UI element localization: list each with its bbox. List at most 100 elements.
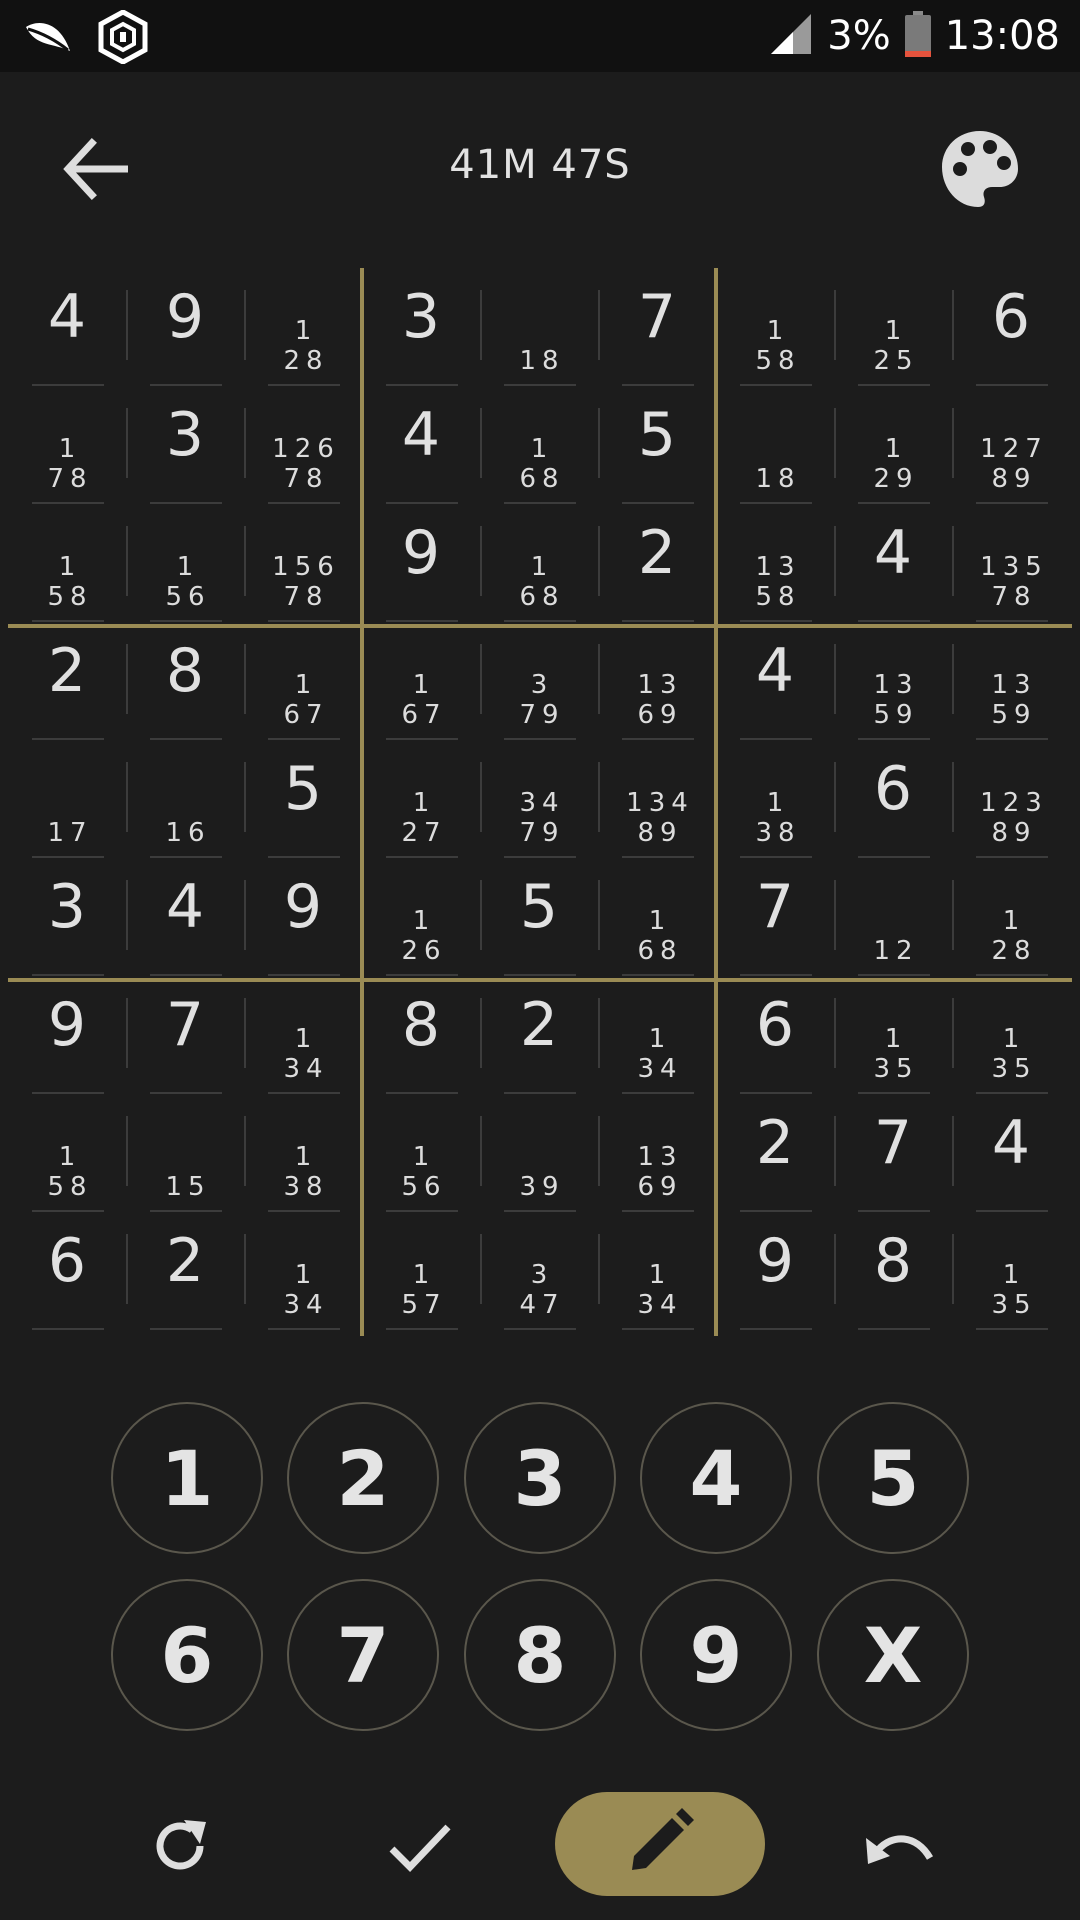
sudoku-cell-r9c2[interactable]: 2 (126, 1212, 244, 1330)
numpad-button-1[interactable]: 1 (111, 1402, 263, 1554)
numpad-button-4[interactable]: 4 (640, 1402, 792, 1554)
sudoku-cell-r6c7[interactable]: 7 (716, 858, 834, 976)
numpad-button-2[interactable]: 2 (287, 1402, 439, 1554)
sudoku-cell-r8c4[interactable]: 1 56 (362, 1094, 480, 1212)
sudoku-cell-r6c8[interactable]: 12 (834, 858, 952, 976)
sudoku-cell-r2c2[interactable]: 3 (126, 386, 244, 504)
sudoku-cell-r2c7[interactable]: 18 (716, 386, 834, 504)
cell-notes: 1 38 (716, 788, 834, 848)
sudoku-cell-r8c5[interactable]: 39 (480, 1094, 598, 1212)
sudoku-cell-r3c9[interactable]: 135 78 (952, 504, 1070, 622)
sudoku-cell-r7c4[interactable]: 8 (362, 976, 480, 1094)
sudoku-cell-r2c6[interactable]: 5 (598, 386, 716, 504)
sudoku-cell-r1c9[interactable]: 6 (952, 268, 1070, 386)
sudoku-cell-r5c2[interactable]: 16 (126, 740, 244, 858)
numpad-clear-button[interactable]: X (817, 1579, 969, 1731)
sudoku-cell-r2c3[interactable]: 126 78 (244, 386, 362, 504)
sudoku-cell-r9c9[interactable]: 1 35 (952, 1212, 1070, 1330)
sudoku-cell-r8c8[interactable]: 7 (834, 1094, 952, 1212)
sudoku-cell-r5c8[interactable]: 6 (834, 740, 952, 858)
sudoku-cell-r3c4[interactable]: 9 (362, 504, 480, 622)
check-button[interactable] (380, 1810, 460, 1890)
sudoku-cell-r5c5[interactable]: 34 79 (480, 740, 598, 858)
sudoku-cell-r4c6[interactable]: 13 69 (598, 622, 716, 740)
sudoku-cell-r1c2[interactable]: 9 (126, 268, 244, 386)
sudoku-cell-r1c6[interactable]: 7 (598, 268, 716, 386)
numpad-button-9[interactable]: 9 (640, 1579, 792, 1731)
sudoku-cell-r3c8[interactable]: 4 (834, 504, 952, 622)
sudoku-cell-r3c3[interactable]: 156 78 (244, 504, 362, 622)
numpad-button-8[interactable]: 8 (464, 1579, 616, 1731)
sudoku-cell-r6c6[interactable]: 1 68 (598, 858, 716, 976)
numpad-button-3[interactable]: 3 (464, 1402, 616, 1554)
sudoku-cell-r9c8[interactable]: 8 (834, 1212, 952, 1330)
sudoku-cell-r7c8[interactable]: 1 35 (834, 976, 952, 1094)
sudoku-cell-r3c2[interactable]: 1 56 (126, 504, 244, 622)
sudoku-cell-r6c9[interactable]: 1 28 (952, 858, 1070, 976)
sudoku-cell-r9c3[interactable]: 1 34 (244, 1212, 362, 1330)
sudoku-cell-r8c3[interactable]: 1 38 (244, 1094, 362, 1212)
notes-mode-button[interactable] (555, 1792, 765, 1896)
sudoku-cell-r9c1[interactable]: 6 (8, 1212, 126, 1330)
sudoku-cell-r4c9[interactable]: 13 59 (952, 622, 1070, 740)
cell-value: 2 (47, 636, 87, 706)
sudoku-cell-r9c5[interactable]: 3 47 (480, 1212, 598, 1330)
sudoku-cell-r4c3[interactable]: 1 67 (244, 622, 362, 740)
sudoku-cell-r8c7[interactable]: 2 (716, 1094, 834, 1212)
sudoku-cell-r5c9[interactable]: 123 89 (952, 740, 1070, 858)
undo-button[interactable] (860, 1810, 940, 1890)
note-line: 25 (873, 346, 919, 376)
sudoku-cell-r7c6[interactable]: 1 34 (598, 976, 716, 1094)
sudoku-cell-r3c6[interactable]: 2 (598, 504, 716, 622)
sudoku-cell-r8c2[interactable]: 15 (126, 1094, 244, 1212)
sudoku-cell-r8c9[interactable]: 4 (952, 1094, 1070, 1212)
sudoku-cell-r1c3[interactable]: 1 28 (244, 268, 362, 386)
sudoku-cell-r7c3[interactable]: 1 34 (244, 976, 362, 1094)
sudoku-cell-r6c4[interactable]: 1 26 (362, 858, 480, 976)
sudoku-cell-r1c5[interactable]: 18 (480, 268, 598, 386)
sudoku-cell-r5c7[interactable]: 1 38 (716, 740, 834, 858)
sudoku-cell-r3c5[interactable]: 1 68 (480, 504, 598, 622)
sudoku-cell-r2c4[interactable]: 4 (362, 386, 480, 504)
sudoku-cell-r5c4[interactable]: 1 27 (362, 740, 480, 858)
sudoku-cell-r4c4[interactable]: 1 67 (362, 622, 480, 740)
sudoku-cell-r9c6[interactable]: 1 34 (598, 1212, 716, 1330)
sudoku-cell-r5c1[interactable]: 17 (8, 740, 126, 858)
sudoku-cell-r3c1[interactable]: 1 58 (8, 504, 126, 622)
sudoku-cell-r7c9[interactable]: 1 35 (952, 976, 1070, 1094)
sudoku-cell-r4c7[interactable]: 4 (716, 622, 834, 740)
sudoku-cell-r4c8[interactable]: 13 59 (834, 622, 952, 740)
sudoku-cell-r7c5[interactable]: 2 (480, 976, 598, 1094)
sudoku-cell-r9c7[interactable]: 9 (716, 1212, 834, 1330)
sudoku-cell-r6c2[interactable]: 4 (126, 858, 244, 976)
numpad-button-5[interactable]: 5 (817, 1402, 969, 1554)
sudoku-cell-r5c6[interactable]: 134 89 (598, 740, 716, 858)
sudoku-cell-r4c1[interactable]: 2 (8, 622, 126, 740)
sudoku-cell-r1c4[interactable]: 3 (362, 268, 480, 386)
sudoku-cell-r1c1[interactable]: 4 (8, 268, 126, 386)
sudoku-cell-r8c1[interactable]: 1 58 (8, 1094, 126, 1212)
sudoku-cell-r6c1[interactable]: 3 (8, 858, 126, 976)
sudoku-cell-r2c5[interactable]: 1 68 (480, 386, 598, 504)
sudoku-cell-r8c6[interactable]: 13 69 (598, 1094, 716, 1212)
sudoku-cell-r1c8[interactable]: 1 25 (834, 268, 952, 386)
sudoku-cell-r2c1[interactable]: 1 78 (8, 386, 126, 504)
sudoku-cell-r7c2[interactable]: 7 (126, 976, 244, 1094)
sudoku-cell-r6c5[interactable]: 5 (480, 858, 598, 976)
sudoku-cell-r3c7[interactable]: 13 58 (716, 504, 834, 622)
sudoku-cell-r2c8[interactable]: 1 29 (834, 386, 952, 504)
sudoku-cell-r9c4[interactable]: 1 57 (362, 1212, 480, 1330)
sudoku-cell-r6c3[interactable]: 9 (244, 858, 362, 976)
sudoku-cell-r4c5[interactable]: 3 79 (480, 622, 598, 740)
sudoku-cell-r5c3[interactable]: 5 (244, 740, 362, 858)
theme-button[interactable] (938, 127, 1022, 211)
cell-notes: 1 68 (598, 906, 716, 966)
sudoku-cell-r4c2[interactable]: 8 (126, 622, 244, 740)
sudoku-cell-r2c9[interactable]: 127 89 (952, 386, 1070, 504)
sudoku-cell-r1c7[interactable]: 1 58 (716, 268, 834, 386)
numpad-button-6[interactable]: 6 (111, 1579, 263, 1731)
numpad-button-7[interactable]: 7 (287, 1579, 439, 1731)
sudoku-cell-r7c7[interactable]: 6 (716, 976, 834, 1094)
restart-button[interactable] (140, 1810, 220, 1890)
sudoku-cell-r7c1[interactable]: 9 (8, 976, 126, 1094)
